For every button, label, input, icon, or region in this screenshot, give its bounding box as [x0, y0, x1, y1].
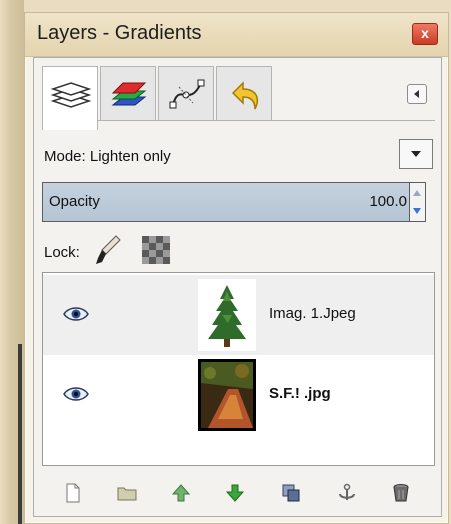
desktop-background-strip — [0, 0, 24, 524]
anchor-layer-icon — [339, 483, 355, 500]
new-layer-icon — [66, 483, 80, 503]
layers-tab[interactable] — [42, 66, 98, 130]
tab-menu-button[interactable] — [407, 84, 427, 104]
channels-icon — [111, 82, 147, 106]
layers-icon — [50, 82, 92, 108]
autumn-path-thumbnail — [198, 359, 256, 431]
lock-label: Lock: — [44, 244, 80, 261]
new-layer-button[interactable] — [60, 480, 86, 506]
chevron-down-icon — [411, 151, 421, 157]
chevron-left-icon — [414, 90, 419, 98]
eye-icon[interactable] — [63, 385, 89, 403]
layer-row[interactable]: Imag. 1.Jpeg — [43, 275, 434, 355]
delete-layer-button[interactable] — [388, 480, 414, 506]
title-bar[interactable]: Layers - Gradients x — [25, 13, 448, 57]
spin-up-icon[interactable] — [413, 189, 421, 197]
channels-tab[interactable] — [100, 66, 156, 120]
mode-label: Mode: Lighten only — [44, 148, 171, 165]
new-layer-group-button[interactable] — [114, 480, 140, 506]
raise-layer-button[interactable] — [168, 480, 194, 506]
duplicate-layer-button[interactable] — [278, 480, 304, 506]
layers-panel: Mode: Lighten only Opacity 100.0 Lock: I… — [33, 57, 442, 517]
tab-strip-divider — [42, 120, 435, 121]
eye-icon[interactable] — [63, 305, 89, 323]
opacity-label: Opacity — [49, 193, 100, 210]
paths-icon — [169, 79, 205, 109]
anchor-layer-button[interactable] — [334, 480, 360, 506]
raise-layer-icon — [171, 484, 191, 502]
opacity-spin-button[interactable] — [410, 182, 426, 222]
opacity-value: 100.0 — [369, 193, 407, 210]
delete-layer-icon — [393, 484, 409, 502]
close-button[interactable]: x — [412, 23, 438, 45]
tree-thumbnail — [198, 279, 256, 351]
layer-name[interactable]: Imag. 1.Jpeg — [269, 305, 356, 322]
lower-layer-button[interactable] — [222, 480, 248, 506]
opacity-slider[interactable]: Opacity 100.0 — [42, 182, 410, 222]
paths-tab[interactable] — [158, 66, 214, 120]
desktop-dark-bar — [18, 344, 22, 524]
undo-history-icon — [231, 81, 259, 110]
lower-layer-icon — [225, 484, 245, 502]
window-title: Layers - Gradients — [37, 22, 202, 44]
layer-row[interactable]: S.F.! .jpg — [43, 355, 434, 435]
duplicate-layer-icon — [282, 484, 300, 502]
lock-pixels-brush-icon[interactable] — [94, 234, 122, 266]
layers-dialog-window: Layers - Gradients x Mode: Lighten only … — [24, 12, 449, 524]
layer-name[interactable]: S.F.! .jpg — [269, 385, 331, 402]
new-layer-group-icon — [117, 487, 137, 501]
layers-list[interactable]: Imag. 1.Jpeg S.F.! .jpg — [42, 272, 435, 466]
undo-history-tab[interactable] — [216, 66, 272, 120]
layers-toolbar — [42, 478, 435, 508]
spin-down-icon[interactable] — [413, 207, 421, 215]
lock-alpha-checker-icon[interactable] — [142, 236, 170, 264]
mode-dropdown-button[interactable] — [399, 139, 433, 169]
